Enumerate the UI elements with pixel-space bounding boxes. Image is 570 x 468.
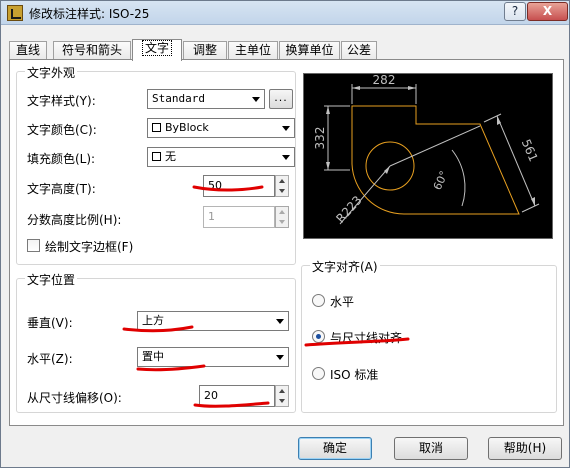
align-iso-radio[interactable] xyxy=(312,367,325,380)
chevron-down-icon xyxy=(276,355,284,360)
tab-panel: 文字外观 文字样式(Y): Standard ... 文字颜色(C): ByBl… xyxy=(9,59,564,426)
arrow-head xyxy=(408,86,416,90)
preview-shape xyxy=(351,105,520,215)
fill-color-value: 无 xyxy=(165,150,176,163)
vertical-select[interactable]: 上方 xyxy=(137,311,289,331)
offset-input[interactable]: 20 xyxy=(199,385,275,407)
text-color-label: 文字颜色(C): xyxy=(27,123,97,137)
preview-drawing: 282 332 561 60° R223 xyxy=(313,73,541,226)
align-with-dimline-radio[interactable] xyxy=(312,330,325,343)
horizontal-label: 水平(Z): xyxy=(27,352,73,366)
cancel-button[interactable]: 取消 xyxy=(394,437,468,460)
chevron-down-icon xyxy=(282,126,290,131)
draw-frame-label: 绘制文字边框(F) xyxy=(45,240,134,254)
dim-angle-text: 60° xyxy=(431,169,451,192)
ext-line xyxy=(521,203,540,213)
help-button[interactable]: 帮助(H) xyxy=(488,437,562,460)
tab-alternate-units[interactable]: 换算单位 xyxy=(279,41,340,60)
color-swatch-icon xyxy=(152,152,161,161)
text-color-value: ByBlock xyxy=(165,121,209,134)
arrow-up-icon xyxy=(279,210,285,214)
arrow-down-icon xyxy=(279,220,285,224)
help-title-button[interactable]: ? xyxy=(504,2,526,21)
align-iso-label: ISO 标准 xyxy=(330,368,379,382)
chevron-down-icon xyxy=(282,155,290,160)
text-alignment-legend: 文字对齐(A) xyxy=(310,258,380,275)
dim-radius-text: R223 xyxy=(333,193,364,226)
text-color-select[interactable]: ByBlock xyxy=(147,118,295,138)
fraction-height-label: 分数高度比例(H): xyxy=(27,213,122,227)
text-appearance-group: 文字外观 文字样式(Y): Standard ... 文字颜色(C): ByBl… xyxy=(16,64,296,265)
close-button[interactable]: X xyxy=(527,2,568,21)
title-bar[interactable]: 修改标注样式: ISO-25 ? X xyxy=(1,1,569,25)
arrow-up-icon xyxy=(279,389,285,393)
align-horizontal-radio[interactable] xyxy=(312,294,325,307)
horizontal-value: 置中 xyxy=(142,350,164,363)
vertical-label: 垂直(V): xyxy=(27,316,73,330)
arrow-head xyxy=(384,166,390,174)
color-swatch-icon xyxy=(152,123,161,132)
text-appearance-legend: 文字外观 xyxy=(25,64,78,81)
angle-arc xyxy=(451,149,466,207)
vertical-value: 上方 xyxy=(142,314,164,327)
dim-right-text: 561 xyxy=(519,137,541,164)
dim-left-text: 332 xyxy=(313,127,327,150)
align-horizontal-label: 水平 xyxy=(330,295,355,309)
text-placement-group: 文字位置 垂直(V): 上方 水平(Z): 置中 从尺寸线偏移(O): 20 xyxy=(16,271,296,413)
fraction-height-input: 1 xyxy=(203,206,275,228)
chevron-down-icon xyxy=(252,97,260,102)
text-style-select[interactable]: Standard xyxy=(147,89,265,109)
chevron-down-icon xyxy=(276,319,284,324)
text-style-label: 文字样式(Y): xyxy=(27,94,96,108)
align-with-dimline-label: 与尺寸线对齐 xyxy=(330,331,403,345)
text-placement-legend: 文字位置 xyxy=(25,271,78,288)
dimension-style-dialog: 修改标注样式: ISO-25 ? X 直线 符号和箭头 文字 调整 主单位 换算… xyxy=(0,0,570,468)
tab-lines[interactable]: 直线 xyxy=(9,41,47,60)
text-height-label: 文字高度(T): xyxy=(27,182,96,196)
arrow-head xyxy=(326,106,330,114)
text-style-value: Standard xyxy=(152,92,205,105)
tab-tolerances[interactable]: 公差 xyxy=(341,41,377,60)
arrow-up-icon xyxy=(279,179,285,183)
tab-text-label: 文字 xyxy=(141,40,172,56)
tab-primary-units[interactable]: 主单位 xyxy=(228,41,278,60)
app-icon xyxy=(7,5,23,21)
fill-color-select[interactable]: 无 xyxy=(147,147,295,167)
ok-button[interactable]: 确定 xyxy=(298,437,372,460)
draw-frame-checkbox[interactable] xyxy=(27,239,40,252)
text-style-browse-button[interactable]: ... xyxy=(269,89,293,109)
fraction-height-spinner xyxy=(275,206,289,228)
dim-top-text: 282 xyxy=(373,74,396,87)
arrow-head xyxy=(326,162,330,170)
offset-spinner[interactable] xyxy=(275,385,289,407)
dimension-preview: 282 332 561 60° R223 xyxy=(303,73,553,239)
offset-label: 从尺寸线偏移(O): xyxy=(27,391,122,405)
tab-text[interactable]: 文字 xyxy=(132,39,182,61)
arrow-head xyxy=(352,86,360,90)
text-height-input[interactable]: 50 xyxy=(203,175,275,197)
arrow-down-icon xyxy=(279,399,285,403)
text-alignment-group: 文字对齐(A) 水平 与尺寸线对齐 ISO 标准 xyxy=(301,258,557,413)
tab-symbols-arrows[interactable]: 符号和箭头 xyxy=(53,41,131,60)
window-title: 修改标注样式: ISO-25 xyxy=(29,7,150,21)
tab-fit[interactable]: 调整 xyxy=(183,41,227,60)
arrow-down-icon xyxy=(279,189,285,193)
fill-color-label: 填充颜色(L): xyxy=(27,152,96,166)
horizontal-select[interactable]: 置中 xyxy=(137,347,289,367)
text-height-spinner[interactable] xyxy=(275,175,289,197)
